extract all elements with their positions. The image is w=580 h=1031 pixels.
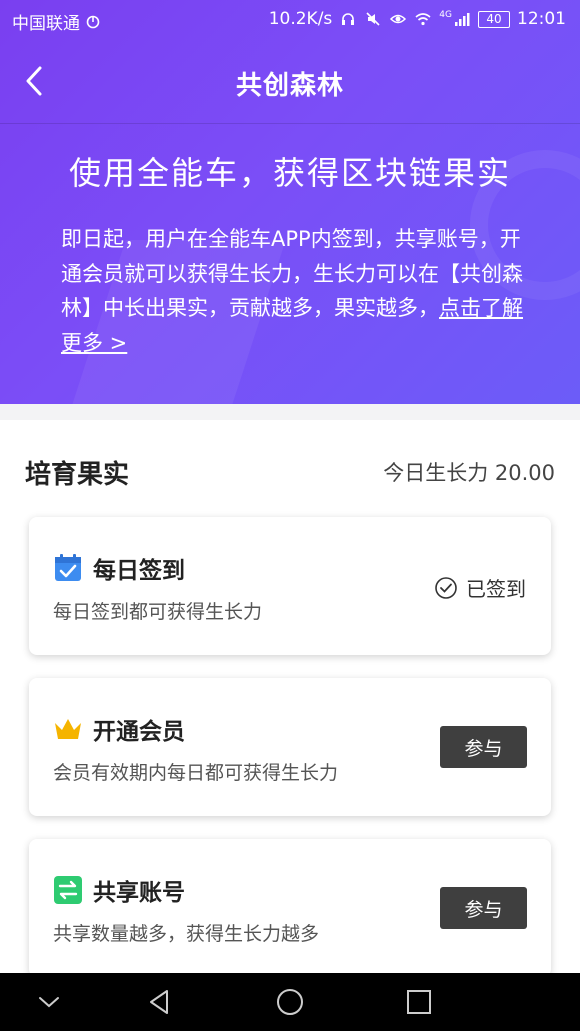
task-description: 每日签到都可获得生长力 <box>53 601 263 623</box>
network-speed: 10.2K/s <box>268 9 333 29</box>
task-card-share-account: 共享账号 共享数量越多，获得生长力越多 参与 <box>29 839 551 977</box>
task-description: 共享数量越多，获得生长力越多 <box>53 923 320 945</box>
recents-square-icon[interactable] <box>404 987 434 1017</box>
calendar-check-icon <box>55 554 81 581</box>
clock: 12:01 <box>517 9 566 29</box>
crown-icon <box>55 719 81 739</box>
join-share-button[interactable]: 参与 <box>440 887 527 929</box>
section-title: 培育果实 <box>25 460 130 490</box>
headset-icon <box>342 13 355 25</box>
chevron-down-icon[interactable] <box>34 987 64 1017</box>
eye-icon <box>390 14 407 24</box>
task-description: 会员有效期内每日都可获得生长力 <box>53 762 339 784</box>
check-circle-icon <box>435 576 457 599</box>
checked-in-status: 已签到 <box>434 573 526 602</box>
network-type-label: 4G <box>439 10 452 20</box>
carrier-label: 中国联通 <box>12 14 80 34</box>
nav-bar: 共创森林 <box>0 40 580 124</box>
task-name: 每日签到 <box>93 558 185 584</box>
hero-banner: 中国联通 10.2K/s 4G 40 12:01 共创森林 使用全能车，获得区块… <box>0 0 580 404</box>
tasks-section: 培育果实 今日生长力 20.00 每日签到 每日签到都可获得生长力 已签到 开通… <box>0 420 580 977</box>
signal-icon <box>455 13 470 26</box>
page-title: 共创森林 <box>235 71 344 101</box>
hero-description: 即日起，用户在全能车APP内签到，共享账号，开通会员就可以获得生长力，生长力可以… <box>61 222 531 360</box>
wifi-icon <box>415 13 431 26</box>
home-circle-icon[interactable] <box>275 987 305 1017</box>
swap-arrows-icon <box>54 876 82 904</box>
mute-icon <box>366 12 380 26</box>
checked-in-label: 已签到 <box>466 577 526 601</box>
today-growth-value: 今日生长力 20.00 <box>383 461 555 485</box>
system-nav-bar <box>0 973 580 1031</box>
task-name: 开通会员 <box>93 719 185 745</box>
task-card-checkin: 每日签到 每日签到都可获得生长力 已签到 <box>29 517 551 655</box>
task-card-membership: 开通会员 会员有效期内每日都可获得生长力 参与 <box>29 678 551 816</box>
screen: 中国联通 10.2K/s 4G 40 12:01 共创森林 使用全能车，获得区块… <box>0 0 580 1031</box>
join-membership-button[interactable]: 参与 <box>440 726 527 768</box>
battery-indicator: 40 <box>478 10 510 28</box>
status-bar: 中国联通 10.2K/s 4G 40 12:01 <box>0 0 580 40</box>
hero-title: 使用全能车，获得区块链果实 <box>68 154 511 192</box>
hotspot-icon <box>86 15 100 28</box>
back-triangle-icon[interactable] <box>145 987 175 1017</box>
task-name: 共享账号 <box>93 880 185 906</box>
